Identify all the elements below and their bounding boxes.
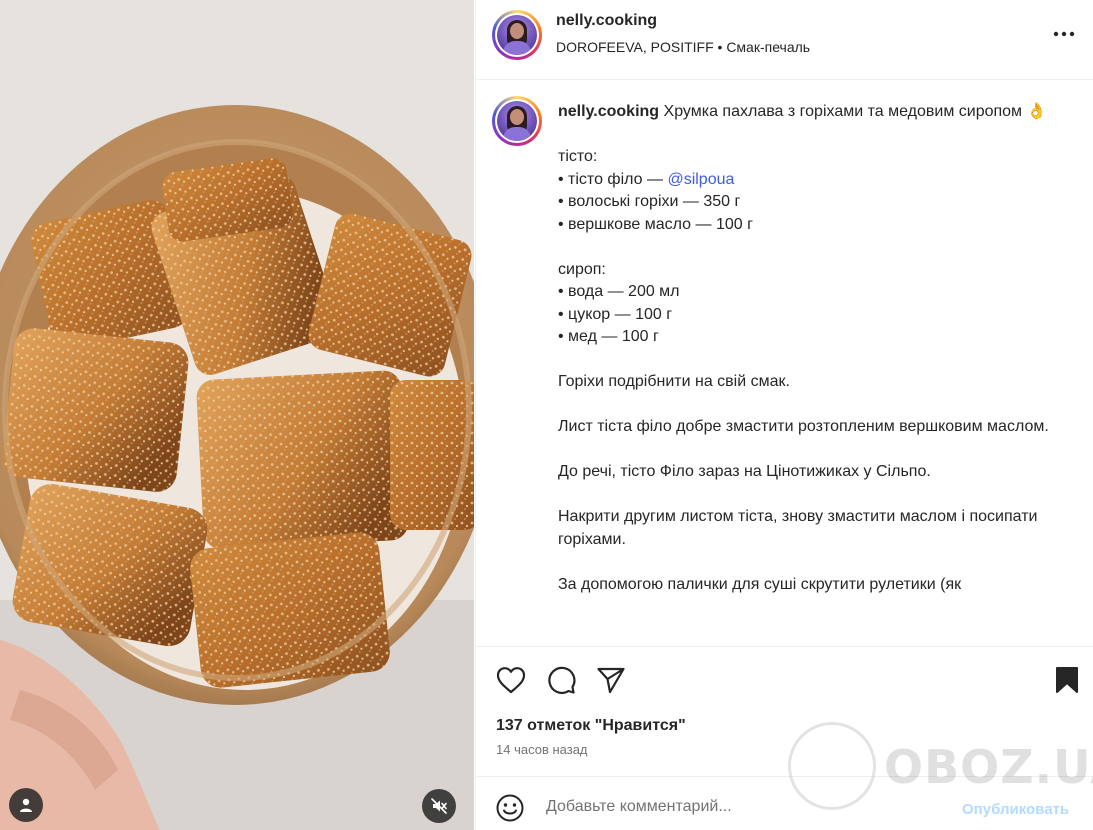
post-details-panel: nelly.cooking DOROFEEVA, POSITIFF • Смак…	[475, 0, 1093, 830]
paper-plane-icon	[597, 667, 625, 694]
caption-text: nelly.cooking Хрумка пахлава з горіхами …	[558, 101, 1068, 596]
caption-line: • волоські горіхи — 350 г	[558, 193, 741, 210]
caption-line-with-mention: • тісто філо — @silpoua	[558, 169, 1068, 192]
audio-attribution[interactable]: DOROFEEVA, POSITIFF • Смак-печаль	[556, 39, 810, 55]
caption-line: сироп:	[558, 260, 606, 278]
smiley-icon	[496, 794, 524, 822]
caption-line: • вершкове масло — 100 г	[558, 215, 753, 233]
avatar[interactable]	[492, 10, 542, 60]
caption-line: Горіхи подрібнити на свій смак.	[558, 373, 790, 390]
avatar[interactable]	[492, 96, 542, 146]
mention-link[interactable]: @silpoua	[667, 171, 734, 188]
baklava-photo	[0, 0, 474, 830]
caption-line: • цукор — 100 г	[558, 305, 673, 323]
save-button[interactable]	[1050, 663, 1084, 697]
user-icon	[20, 798, 32, 812]
post-author-username[interactable]: nelly.cooking	[556, 12, 657, 30]
likes-count[interactable]: 137 отметок "Нравится"	[496, 717, 686, 735]
user-tag-button[interactable]	[9, 788, 43, 822]
caption-line: • мед — 100 г	[558, 328, 659, 345]
caption-line: За допомогою палички для суші скрутити р…	[558, 575, 962, 593]
caption-username[interactable]: nelly.cooking	[558, 103, 659, 120]
comment-input[interactable]	[546, 794, 946, 820]
mute-button[interactable]	[422, 789, 456, 823]
more-horizontal-icon	[1053, 31, 1075, 37]
share-button[interactable]	[594, 663, 628, 697]
caption-line: Лист тіста філо добре змастити розтоплен…	[558, 418, 1049, 435]
caption-line: Хрумка пахлава з горіхами та медовим сир…	[663, 103, 1023, 120]
post-media[interactable]	[0, 0, 474, 830]
caption-line: До речі, тісто Філо зараз на Цінотижиках…	[558, 463, 931, 480]
caption-line	[558, 349, 1068, 372]
comment-bubble-icon	[548, 666, 576, 694]
post-actions: 137 отметок "Нравится" 14 часов назад	[476, 646, 1093, 776]
caption-line	[558, 124, 1068, 147]
caption-line	[558, 439, 1068, 462]
heart-icon	[496, 667, 526, 694]
add-comment-bar: Опубликовать	[476, 776, 1093, 830]
bookmark-filled-icon	[1056, 667, 1078, 693]
post-header: nelly.cooking DOROFEEVA, POSITIFF • Смак…	[476, 0, 1093, 80]
caption-line	[558, 236, 1068, 259]
caption-title-line: nelly.cooking Хрумка пахлава з горіхами …	[558, 101, 1068, 124]
caption-line	[558, 484, 1068, 507]
caption-line: • тісто філо —	[558, 170, 668, 188]
publish-comment-button[interactable]: Опубликовать	[962, 801, 1069, 818]
ok-hand-emoji: 👌	[1026, 103, 1047, 120]
caption-line: Накрити другим листом тіста, знову змаст…	[558, 508, 1038, 548]
emoji-button[interactable]	[495, 793, 525, 823]
comment-button[interactable]	[544, 663, 578, 697]
caption-line: тісто:	[558, 148, 598, 165]
more-options-button[interactable]	[1049, 22, 1079, 46]
caption-line	[558, 551, 1068, 574]
caption-line	[558, 394, 1068, 417]
caption-section: nelly.cooking Хрумка пахлава з горіхами …	[476, 80, 1093, 646]
like-button[interactable]	[494, 663, 528, 697]
speaker-muted-icon	[431, 798, 447, 814]
caption-line: • вода — 200 мл	[558, 283, 680, 300]
post-timestamp[interactable]: 14 часов назад	[496, 742, 588, 757]
